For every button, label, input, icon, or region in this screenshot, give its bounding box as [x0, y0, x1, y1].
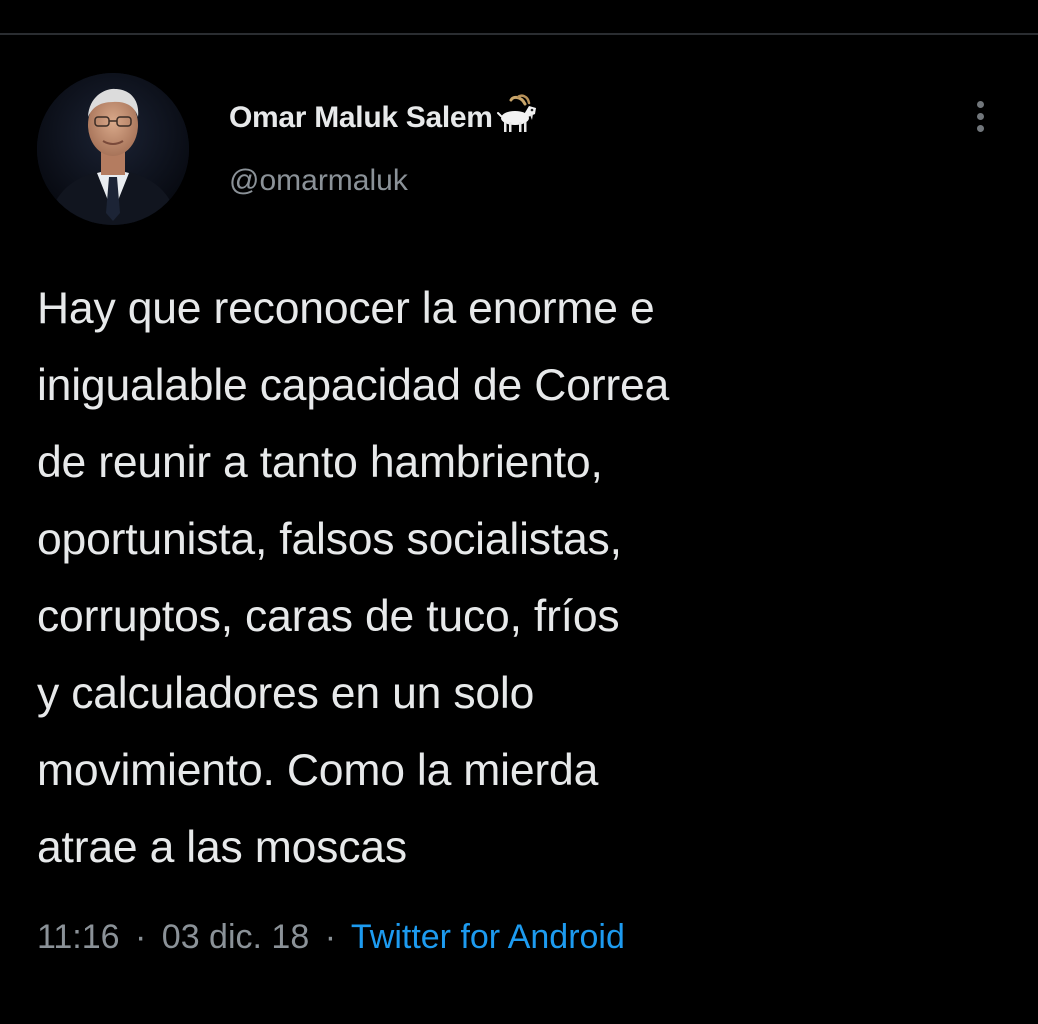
tweet-metadata: 11:16 · 03 dic. 18 · Twitter for Android — [37, 918, 625, 957]
author-display-name[interactable]: Omar Maluk Salem — [229, 101, 493, 135]
more-vertical-icon — [976, 100, 984, 108]
tweet-text: Hay que reconocer la enorme e inigualabl… — [37, 284, 670, 872]
meta-separator: · — [135, 918, 147, 956]
more-options-button[interactable] — [964, 96, 996, 136]
meta-separator: · — [324, 918, 337, 956]
tweet-source-link[interactable]: Twitter for Android — [351, 918, 625, 956]
tweet-date[interactable]: 03 dic. 18 — [162, 918, 309, 956]
more-vertical-icon-dot — [976, 124, 984, 132]
more-vertical-icon-dot — [976, 112, 984, 120]
author-name-row[interactable]: Omar Maluk Salem — [229, 94, 541, 140]
goat-icon — [495, 94, 541, 134]
avatar[interactable] — [37, 73, 189, 225]
tweet-time[interactable]: 11:16 — [37, 918, 120, 956]
author-handle[interactable]: @omarmaluk — [229, 164, 408, 198]
avatar-photo — [37, 73, 189, 225]
